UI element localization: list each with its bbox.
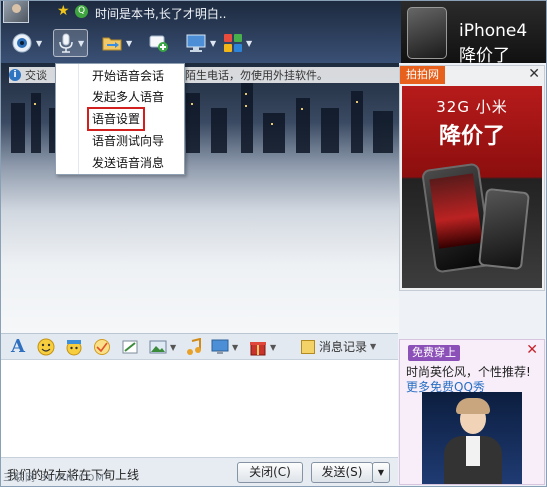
emoticon-button[interactable] — [37, 338, 55, 356]
menu-item-group-voice[interactable]: 发起多人语音 — [92, 87, 164, 107]
avatar-character-image — [422, 392, 522, 484]
chat-header: ★ Q 时间是本书,长了才明白.. ▼ ▼ ▼ ▼ ▼ — [1, 1, 401, 63]
microphone-icon — [59, 33, 73, 53]
avatar[interactable] — [3, 1, 29, 23]
chevron-down-icon[interactable]: ▼ — [126, 39, 132, 48]
font-icon: A — [11, 336, 25, 357]
menu-item-voice-settings[interactable]: 语音设置 — [86, 107, 146, 131]
send-options-dropdown[interactable]: ▼ — [372, 462, 390, 483]
chevron-down-icon[interactable]: ▼ — [78, 39, 84, 48]
file-transfer-button[interactable]: ▼ — [101, 29, 132, 57]
voice-button[interactable]: ▼ — [53, 29, 89, 57]
menu-item-voice-test-wizard[interactable]: 语音测试向导 — [92, 131, 164, 151]
chevron-down-icon[interactable]: ▼ — [170, 343, 176, 352]
screenshot-icon — [122, 340, 138, 354]
phone-image — [478, 187, 530, 271]
chevron-down-icon[interactable]: ▼ — [36, 39, 42, 48]
chevron-down-icon[interactable]: ▼ — [270, 343, 276, 352]
message-input[interactable] — [1, 359, 398, 457]
screen-share-icon — [211, 339, 229, 354]
chat-window: ★ Q 时间是本书,长了才明白.. ▼ ▼ ▼ ▼ ▼ i 交谈 息、陌生电话，… — [0, 0, 547, 487]
chat-plus-icon — [149, 35, 168, 52]
ad-banner-top[interactable]: iPhone4 降价了 — [401, 1, 546, 66]
remote-assist-button[interactable]: ▼ — [185, 29, 216, 57]
magic-emoticon-icon — [66, 340, 82, 356]
sticker-icon — [94, 339, 110, 355]
ad-image: 32G 小米 降价了 — [402, 86, 542, 288]
chevron-down-icon[interactable]: ▼ — [246, 39, 252, 48]
video-button[interactable]: ▼ — [11, 29, 42, 57]
qq-show-ad[interactable]: 免费穿上 ✕ 时尚英伦风，个性推荐! 更多免费QQ秀 — [399, 339, 545, 485]
magic-emoticon-button[interactable] — [65, 338, 83, 356]
ad-badge: 免费穿上 — [408, 345, 460, 361]
contact-signature: 时间是本书,长了才明白.. — [95, 7, 227, 21]
apps-button[interactable]: ▼ — [223, 29, 252, 57]
gift-button[interactable]: ▼ — [249, 338, 276, 356]
ad-source-tag: 拍拍网 — [400, 66, 445, 84]
status-icon: Q — [75, 5, 88, 18]
screen-share-input-button[interactable]: ▼ — [211, 338, 238, 356]
close-button[interactable]: 关闭(C) — [237, 462, 303, 483]
music-icon — [187, 338, 201, 355]
image-icon — [149, 340, 167, 354]
music-button[interactable] — [185, 338, 203, 356]
image-button[interactable]: ▼ — [149, 338, 176, 356]
voice-dropdown-menu: 开始语音会话 发起多人语音 语音设置 语音测试向导 发送语音消息 — [55, 63, 185, 175]
ad-headline1: 32G 小米 — [436, 98, 508, 116]
notice-text-left: 交谈 — [25, 69, 47, 82]
message-history-button[interactable]: 消息记录 ▼ — [301, 338, 376, 355]
menu-item-start-voice[interactable]: 开始语音会话 — [92, 66, 164, 86]
history-icon — [301, 339, 315, 354]
chevron-down-icon: ▼ — [377, 468, 385, 477]
watermark: 三联网 3LIAN.COM — [3, 473, 106, 484]
apps-grid-icon — [224, 34, 242, 52]
chevron-down-icon[interactable]: ▼ — [232, 343, 238, 352]
ad-top-line2: 降价了 — [459, 46, 510, 66]
create-discussion-button[interactable] — [147, 29, 169, 57]
font-button[interactable]: A — [11, 338, 25, 356]
close-icon[interactable]: ✕ — [526, 342, 538, 358]
video-icon — [12, 33, 32, 53]
screenshot-button[interactable] — [121, 338, 139, 356]
star-icon[interactable]: ★ — [57, 4, 70, 18]
ad-panel-main[interactable]: 32G 小米 降价了 拍拍网 ✕ — [399, 65, 545, 291]
ad-headline2: 降价了 — [438, 124, 505, 149]
input-toolbar: A ▼ ▼ ▼ 消息记录 ▼ — [1, 333, 398, 359]
info-icon: i — [9, 69, 21, 81]
close-icon[interactable]: ✕ — [528, 66, 540, 82]
chevron-down-icon[interactable]: ▼ — [370, 342, 376, 351]
menu-item-send-voice-message[interactable]: 发送语音消息 — [92, 153, 164, 173]
send-button[interactable]: 发送(S) — [311, 462, 373, 483]
gift-icon — [250, 342, 266, 356]
chevron-down-icon[interactable]: ▼ — [210, 39, 216, 48]
smiley-icon — [37, 338, 55, 356]
folder-icon — [102, 37, 122, 51]
history-label: 消息记录 — [319, 340, 368, 354]
ad-top-line1: iPhone4 — [459, 21, 528, 41]
sticker-button[interactable] — [93, 338, 111, 356]
screen-share-icon — [186, 34, 206, 52]
phone-image — [407, 7, 447, 59]
notice-text-right: 息、陌生电话，勿使用外挂软件。 — [163, 69, 328, 82]
